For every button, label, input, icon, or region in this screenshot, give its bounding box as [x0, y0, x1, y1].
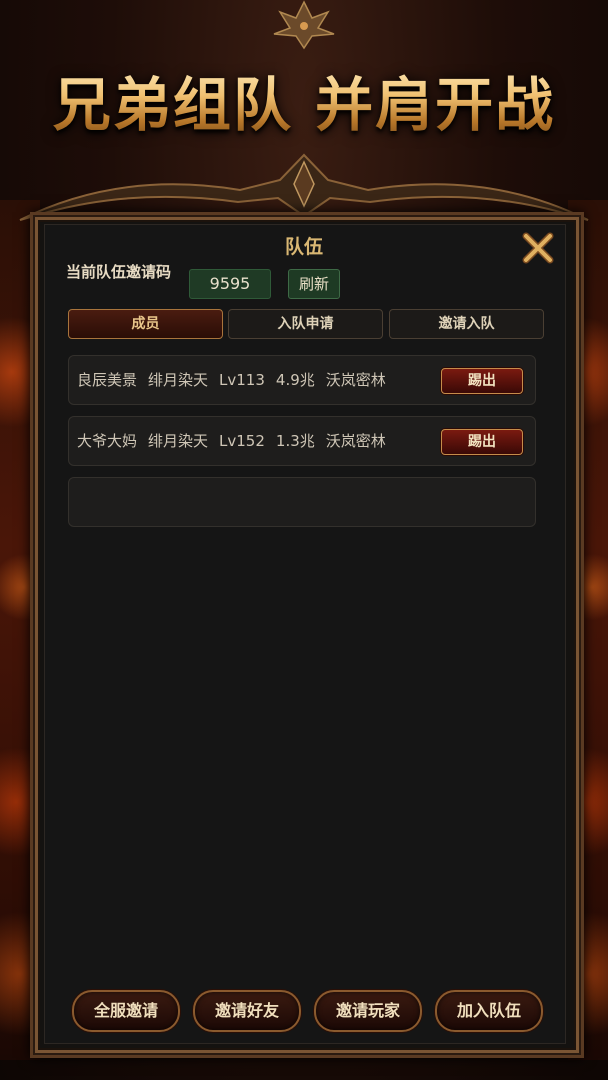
- list-item: 大爷大妈 绯月染天 Lv152 1.3兆 沃岚密林 踢出: [68, 416, 536, 466]
- tab-join-requests[interactable]: 入队申请: [228, 309, 383, 339]
- dialog-title: 队伍: [284, 236, 323, 258]
- invite-code-label: 当前队伍邀请码: [66, 263, 172, 281]
- list-item: 良辰美景 绯月染天 Lv113 4.9兆 沃岚密林 踢出: [68, 355, 536, 405]
- member-location: 沃岚密林: [325, 432, 386, 450]
- refresh-button[interactable]: 刷新: [288, 269, 340, 299]
- tab-invite-join[interactable]: 邀请入队: [389, 309, 544, 339]
- member-name: 大爷大妈: [77, 432, 138, 450]
- member-guild: 绯月染天: [148, 432, 209, 450]
- member-power: 1.3兆: [275, 432, 315, 450]
- close-x-icon: [522, 232, 554, 264]
- banner-title: 兄弟组队 并肩开战: [53, 58, 555, 142]
- member-level: Lv152: [219, 432, 265, 450]
- tab-members[interactable]: 成员: [68, 309, 223, 339]
- kick-button[interactable]: 踢出: [441, 368, 523, 394]
- invite-code-value: 9595: [189, 269, 271, 299]
- close-button[interactable]: [520, 230, 556, 266]
- member-power: 4.9兆: [275, 371, 315, 389]
- join-team-button[interactable]: 加入队伍: [435, 990, 543, 1032]
- invite-friend-button[interactable]: 邀请好友: [193, 990, 301, 1032]
- tab-bar: 成员 入队申请 邀请入队: [68, 309, 548, 339]
- kick-button[interactable]: 踢出: [441, 429, 523, 455]
- member-level: Lv113: [219, 371, 265, 389]
- team-panel: [44, 224, 566, 1044]
- promo-banner: 兄弟组队 并肩开战: [0, 40, 608, 160]
- member-location: 沃岚密林: [325, 371, 386, 389]
- invite-player-button[interactable]: 邀请玩家: [314, 990, 422, 1032]
- server-invite-button[interactable]: 全服邀请: [72, 990, 180, 1032]
- member-info: 良辰美景 绯月染天 Lv113 4.9兆 沃岚密林: [77, 356, 397, 404]
- member-info: 大爷大妈 绯月染天 Lv152 1.3兆 沃岚密林: [77, 417, 397, 465]
- empty-member-slot: [68, 477, 536, 527]
- bottom-action-bar: 全服邀请 邀请好友 邀请玩家 加入队伍: [0, 990, 608, 1034]
- member-guild: 绯月染天: [148, 371, 209, 389]
- member-name: 良辰美景: [77, 371, 138, 389]
